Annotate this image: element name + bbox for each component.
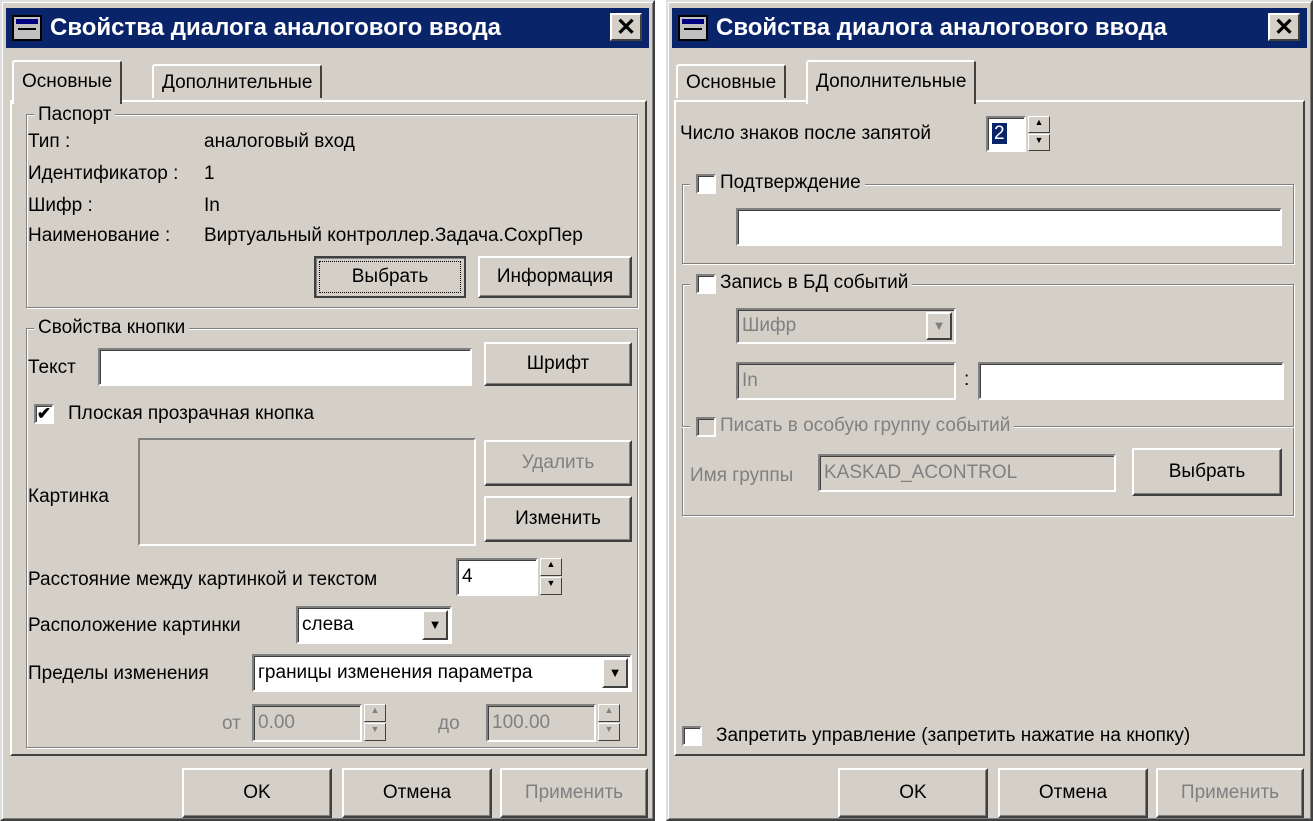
chevron-down-icon[interactable]: ▼ <box>422 610 448 640</box>
confirm-input[interactable] <box>736 208 1282 246</box>
spacing-label: Расстояние между картинкой и текстом <box>28 569 378 590</box>
name-value: Виртуальный контроллер.Задача.СохрПер <box>204 225 583 246</box>
spin-down-icon[interactable]: ▼ <box>598 723 620 741</box>
select-button[interactable]: Выбрать <box>314 256 466 298</box>
from-input[interactable]: 0.00 <box>252 704 362 742</box>
confirm-checkbox[interactable] <box>696 174 716 194</box>
tab-main[interactable]: Основные <box>676 64 787 98</box>
font-button[interactable]: Шрифт <box>484 342 632 386</box>
ok-button[interactable]: OK <box>182 768 332 818</box>
cipher-value: In <box>204 195 220 216</box>
decimals-value: 2 <box>992 123 1007 144</box>
id-label: Идентификатор : <box>28 163 179 184</box>
special-group-checkbox[interactable] <box>696 417 716 437</box>
event-cipher-input[interactable]: In <box>736 362 956 400</box>
title-bar: Свойства диалога аналогового ввода ✕ <box>672 8 1307 48</box>
close-button[interactable]: ✕ <box>610 13 642 41</box>
decimals-label: Число знаков после запятой <box>680 123 931 144</box>
flat-button-checkbox[interactable]: ✔ <box>34 404 54 424</box>
group-name-label: Имя группы <box>690 465 794 486</box>
confirm-legend: Подтверждение <box>690 172 865 194</box>
right-dialog: Свойства диалога аналогового ввода ✕ Осн… <box>666 0 1313 821</box>
text-label: Текст <box>28 357 76 378</box>
separator-colon: : <box>964 369 970 390</box>
limits-label: Пределы изменения <box>28 663 209 684</box>
special-group-legend: Писать в особую группу событий <box>690 415 1015 437</box>
limits-value: границы изменения параметра <box>258 662 533 683</box>
type-label: Тип : <box>28 131 71 152</box>
cancel-button[interactable]: Отмена <box>998 768 1148 818</box>
window-title: Свойства диалога аналогового ввода <box>50 14 502 41</box>
spin-up-icon[interactable]: ▲ <box>1028 116 1050 133</box>
to-label: до <box>438 713 460 734</box>
tab-advanced[interactable]: Дополнительные <box>152 64 323 98</box>
event-field-select[interactable]: Шифр <box>736 308 956 344</box>
delete-button[interactable]: Удалить <box>484 440 632 486</box>
window-title: Свойства диалога аналогового ввода <box>716 14 1168 41</box>
passport-legend: Паспорт <box>34 104 116 126</box>
spin-up-icon[interactable]: ▲ <box>598 704 620 722</box>
picture-label: Картинка <box>28 486 109 507</box>
button-props-legend: Свойства кнопки <box>34 317 190 339</box>
tab-advanced[interactable]: Дополнительные <box>806 60 977 104</box>
spin-down-icon[interactable]: ▼ <box>364 723 386 741</box>
app-icon <box>678 15 708 41</box>
left-dialog: Свойства диалога аналогового ввода ✕ Осн… <box>0 0 655 821</box>
name-label: Наименование : <box>28 225 171 246</box>
spin-down-icon[interactable]: ▼ <box>1028 134 1050 151</box>
group-name-input[interactable]: KASKAD_ACONTROL <box>818 454 1116 492</box>
tab-main[interactable]: Основные <box>12 60 123 104</box>
spin-down-icon[interactable]: ▼ <box>540 577 562 595</box>
close-button[interactable]: ✕ <box>1268 13 1300 41</box>
ok-button[interactable]: OK <box>838 768 988 818</box>
tab-panel: Паспорт Тип : аналоговый вход Идентифика… <box>10 100 647 756</box>
event-db-legend: Запись в БД событий <box>690 272 913 294</box>
cipher-label: Шифр : <box>28 195 93 216</box>
title-bar: Свойства диалога аналогового ввода ✕ <box>6 8 649 48</box>
position-value: слева <box>302 614 354 635</box>
position-label: Расположение картинки <box>28 615 241 636</box>
to-input[interactable]: 100.00 <box>486 704 596 742</box>
change-button[interactable]: Изменить <box>484 496 632 542</box>
flat-button-label: Плоская прозрачная кнопка <box>68 403 315 424</box>
app-icon <box>12 15 42 41</box>
id-value: 1 <box>204 163 215 184</box>
type-value: аналоговый вход <box>204 131 355 152</box>
chevron-down-icon[interactable]: ▼ <box>926 312 952 340</box>
forbid-control-label: Запретить управление (запретить нажатие … <box>716 725 1191 746</box>
text-input[interactable] <box>98 348 472 386</box>
event-db-checkbox[interactable] <box>696 274 716 294</box>
apply-button[interactable]: Применить <box>500 768 648 818</box>
decimals-input[interactable]: 2 <box>986 116 1026 152</box>
cancel-button[interactable]: Отмена <box>342 768 492 818</box>
limits-select[interactable]: границы изменения параметра <box>252 654 632 692</box>
event-extra-input[interactable] <box>978 362 1284 400</box>
tab-panel: Число знаков после запятой 2 ▲ ▼ Подтвер… <box>674 100 1305 756</box>
spacing-input[interactable]: 4 <box>456 558 538 596</box>
group-select-button[interactable]: Выбрать <box>1132 448 1282 496</box>
chevron-down-icon[interactable]: ▼ <box>602 658 628 688</box>
spin-up-icon[interactable]: ▲ <box>364 704 386 722</box>
info-button[interactable]: Информация <box>478 256 632 298</box>
spin-up-icon[interactable]: ▲ <box>540 558 562 576</box>
from-label: от <box>222 713 241 734</box>
picture-preview <box>138 438 476 546</box>
apply-button[interactable]: Применить <box>1156 768 1304 818</box>
forbid-control-checkbox[interactable] <box>682 726 702 746</box>
event-field-value: Шифр <box>742 315 797 336</box>
